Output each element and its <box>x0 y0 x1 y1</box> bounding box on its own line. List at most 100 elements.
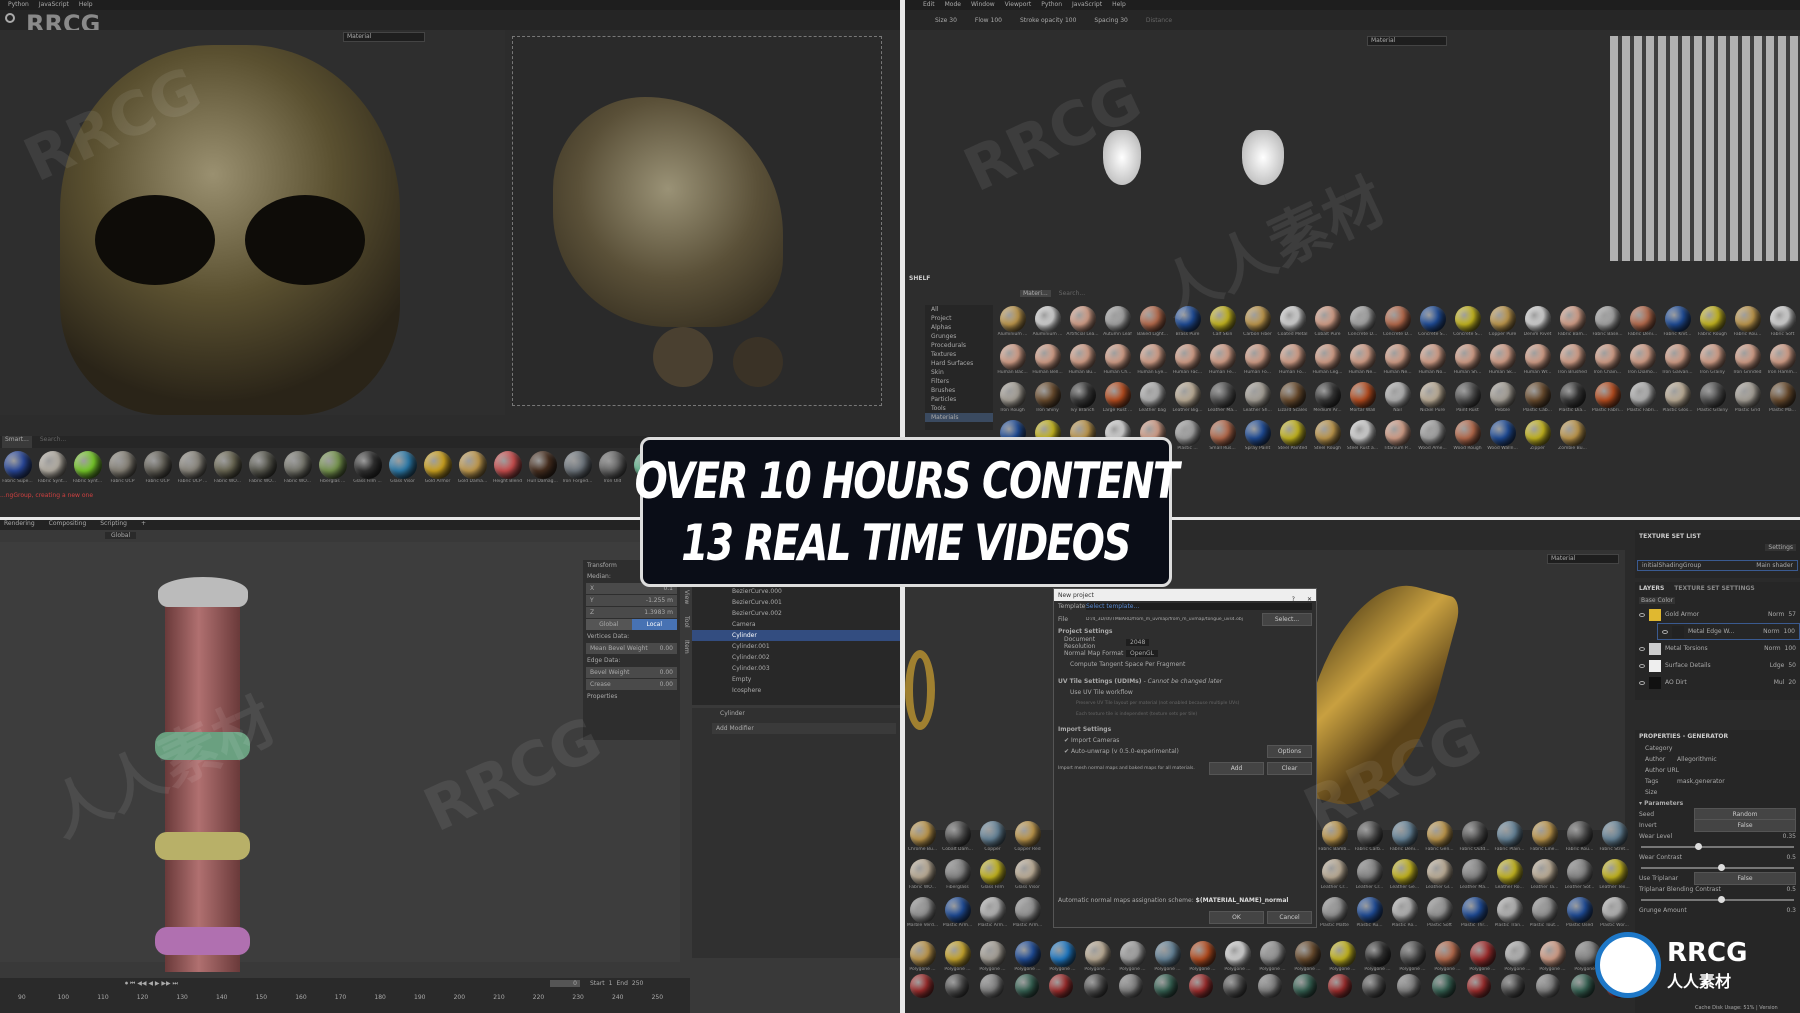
material-thumbnail[interactable]: Plastic Arm... <box>976 897 1009 933</box>
menu-python[interactable]: Python <box>8 0 29 10</box>
outliner-item[interactable]: Empty <box>692 674 900 685</box>
material-thumbnail[interactable]: Fabric Rough <box>1696 306 1729 342</box>
material-thumbnail[interactable]: Lizard Scales <box>1276 382 1309 418</box>
material-thumbnail[interactable]: Concrete D... <box>1346 306 1379 342</box>
material-thumbnail[interactable] <box>1080 974 1113 998</box>
shelf-category[interactable]: Skin <box>925 368 993 377</box>
material-thumbnail[interactable]: Leather Sh... <box>1241 382 1274 418</box>
menu-item[interactable]: Mode <box>945 0 961 10</box>
eye-icon[interactable] <box>1639 646 1645 651</box>
material-thumbnail[interactable]: Fabric Stret... <box>1598 821 1631 857</box>
material-thumbnail[interactable]: Mortar Wall <box>1346 382 1379 418</box>
material-thumbnail[interactable]: Fabric UCP ... <box>176 451 209 489</box>
material-thumbnail[interactable]: Leather Cr... <box>1318 859 1351 895</box>
material-thumbnail[interactable]: Fabric Deni... <box>1626 306 1659 342</box>
global-toggle[interactable]: Global <box>586 619 632 630</box>
material-thumbnail[interactable] <box>1219 974 1252 998</box>
settings-icon[interactable] <box>5 13 15 23</box>
material-thumbnail[interactable] <box>1149 974 1182 998</box>
ok-button[interactable]: OK <box>1209 911 1264 924</box>
outliner-item[interactable]: Cylinder <box>692 630 900 641</box>
mean-bevel-weight-field[interactable]: Mean Bevel Weight 0.00 <box>586 643 677 654</box>
material-thumbnail[interactable]: Human Fac... <box>1171 344 1204 380</box>
auto-unwrap-checkbox[interactable]: ✔ Auto-unwrap (v 0.5.0-experimental) <box>1064 748 1179 755</box>
material-thumbnail[interactable]: Human No... <box>1416 344 1449 380</box>
normal-map-select[interactable]: OpenGL <box>1126 650 1159 657</box>
layer-blend-mode[interactable]: Norm <box>1763 628 1779 635</box>
scheme-input[interactable]: $(MATERIAL_NAME)_normal <box>1196 897 1289 904</box>
menu-help[interactable]: Help <box>79 0 93 10</box>
end-frame[interactable]: 250 <box>632 980 643 987</box>
shelf-category[interactable]: Tools <box>925 404 993 413</box>
material-thumbnail[interactable]: Concrete S... <box>1416 306 1449 342</box>
material-thumbnail[interactable]: Medium Ar... <box>1311 382 1344 418</box>
layer-opacity[interactable]: 50 <box>1788 662 1796 669</box>
local-toggle[interactable]: Local <box>631 619 677 630</box>
material-thumbnail[interactable]: Fabric Gen... <box>1423 821 1456 857</box>
material-thumbnail[interactable]: Plastic Fabri... <box>1591 382 1624 418</box>
material-thumbnail[interactable]: Fabric Base... <box>1591 306 1624 342</box>
material-thumbnail[interactable]: Iron Grinded <box>1731 344 1764 380</box>
shelf-category[interactable]: Hard Surfaces <box>925 359 993 368</box>
template-select[interactable]: Select template... <box>1086 603 1312 610</box>
material-thumbnail[interactable] <box>1393 974 1426 998</box>
eye-icon[interactable] <box>1639 680 1645 685</box>
material-thumbnail[interactable]: Spray Paint <box>1241 420 1274 456</box>
material-thumbnail[interactable]: Fabric Knit... <box>1661 306 1694 342</box>
material-thumbnail[interactable]: Plastic Arm... <box>941 897 974 933</box>
material-thumbnail[interactable]: Gold Dama... <box>456 451 489 489</box>
material-thumbnail[interactable]: Iron Grainy <box>1696 344 1729 380</box>
shelf-category[interactable]: Textures <box>925 350 993 359</box>
material-thumbnail[interactable]: Polygone ... <box>1466 941 1499 972</box>
material-thumbnail[interactable]: Leather Sof... <box>1563 859 1596 895</box>
material-thumbnail[interactable]: Ivy Branch <box>1066 382 1099 418</box>
material-thumbnail[interactable]: Cobalt Pure <box>1311 306 1344 342</box>
material-thumbnail[interactable]: Calf Skin <box>1206 306 1239 342</box>
shelf-category[interactable]: Grunges <box>925 332 993 341</box>
material-thumbnail[interactable]: Fabric Plain... <box>1493 821 1526 857</box>
outliner-item[interactable]: BezierCurve.001 <box>692 597 900 608</box>
material-thumbnail[interactable]: Paint Rust <box>1451 382 1484 418</box>
material-thumbnail[interactable]: Pebble <box>1486 382 1519 418</box>
material-thumbnail[interactable]: Polygone ... <box>1186 941 1219 972</box>
material-thumbnail[interactable]: Fabric Soft <box>1766 306 1799 342</box>
material-thumbnail[interactable]: Denim Rivet <box>1521 306 1554 342</box>
material-thumbnail[interactable]: Polygone ... <box>1046 941 1079 972</box>
material-thumbnail[interactable]: Polygone ... <box>1291 941 1324 972</box>
material-thumbnail[interactable]: Fabric WO... <box>281 451 314 489</box>
material-thumbnail[interactable]: Fabric WO... <box>211 451 244 489</box>
size-control[interactable]: Size 30 <box>935 17 957 24</box>
layer-blend-mode[interactable]: Mul <box>1774 679 1785 686</box>
material-thumbnail[interactable] <box>1115 974 1148 998</box>
shelf-search-input[interactable]: Search... <box>1059 290 1085 297</box>
outliner-item[interactable]: BezierCurve.000 <box>692 586 900 597</box>
material-thumbnail[interactable]: Human Fe... <box>1206 344 1239 380</box>
triplanar-slider[interactable] <box>1641 896 1794 903</box>
menu-item[interactable]: Edit <box>923 0 935 10</box>
texture-set-item[interactable]: initialShadingGroup Main shader <box>1637 560 1798 571</box>
flow-control[interactable]: Flow 100 <box>975 17 1002 24</box>
y-field[interactable]: Y -1.255 m <box>586 595 677 606</box>
material-thumbnail[interactable]: Fabric Line... <box>1528 821 1561 857</box>
material-thumbnail[interactable] <box>1532 974 1565 998</box>
menu-item[interactable]: Viewport <box>1005 0 1032 10</box>
material-thumbnail[interactable]: Leather Tex... <box>1598 859 1631 895</box>
material-thumbnail[interactable]: Iron Diamo... <box>1626 344 1659 380</box>
material-thumbnail[interactable]: Fabric Rou... <box>1731 306 1764 342</box>
material-thumbnail[interactable]: Iron Galvan... <box>1661 344 1694 380</box>
material-thumbnail[interactable]: Gold Armor <box>421 451 454 489</box>
material-thumbnail[interactable]: Titanium P... <box>1381 420 1414 456</box>
material-thumbnail[interactable]: Artificial Lea... <box>1066 306 1099 342</box>
material-thumbnail[interactable]: Fabric Supe... <box>1 451 34 489</box>
add-button[interactable]: Add <box>1209 762 1264 775</box>
doc-res-select[interactable]: 2048 <box>1126 639 1150 646</box>
material-thumbnail[interactable]: Nail <box>1381 382 1414 418</box>
material-thumbnail[interactable]: Concrete S... <box>1451 306 1484 342</box>
material-thumbnail[interactable]: Fabric WO... <box>246 451 279 489</box>
material-thumbnail[interactable]: Fabric Rou... <box>1563 821 1596 857</box>
layer-blend-mode[interactable]: Ldge <box>1770 662 1785 669</box>
shelf-category[interactable]: Procedurals <box>925 341 993 350</box>
outliner-item[interactable]: Cylinder.001 <box>692 641 900 652</box>
material-thumbnail[interactable] <box>1184 974 1217 998</box>
material-thumbnail[interactable]: Human Fo... <box>1241 344 1274 380</box>
